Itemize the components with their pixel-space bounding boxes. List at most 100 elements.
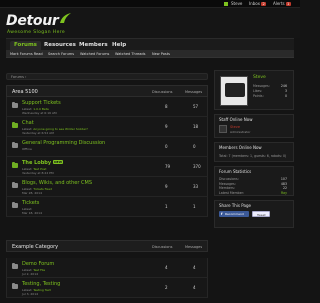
discussions-count: 1 xyxy=(165,204,168,209)
logo-text: Detour xyxy=(6,13,59,29)
profile-messages-label: Messages: xyxy=(253,84,270,88)
forum-date: Yesterday at 6:52 AM xyxy=(22,131,54,135)
messages-count: 370 xyxy=(193,164,201,169)
sidebar: Steve Messages: 246 Likes: 3 Points: 0 S… xyxy=(214,62,294,303)
staff-online-title: Staff Online Now xyxy=(219,117,253,122)
forum-title[interactable]: Chat xyxy=(22,120,34,126)
forum-stats-panel: Forum Statistics Discussions: 107 Messag… xyxy=(214,166,294,196)
messages-count: 18 xyxy=(193,124,199,129)
forum-date: Jul 3, 2014 xyxy=(22,292,39,296)
username-link[interactable]: Steve xyxy=(231,1,242,6)
breadcrumb-forums[interactable]: Forums › xyxy=(11,75,26,79)
members-online-title: Members Online Now xyxy=(219,145,262,150)
discussions-count: 0 xyxy=(165,144,168,149)
forum-stats-title: Forum Statistics xyxy=(219,169,252,174)
profile-likes-label: Likes: xyxy=(253,89,263,93)
forum-title[interactable]: General Programming Discussion xyxy=(22,140,105,146)
search-forums-link[interactable]: Search Forums xyxy=(48,52,74,56)
staff-name[interactable]: Steve xyxy=(230,125,240,129)
forum-title[interactable]: Tickets xyxy=(22,200,39,206)
share-panel: Share This Page f Recommend Tweet xyxy=(214,200,294,228)
forum-date: Wednesday at 6:16 AM xyxy=(22,111,57,115)
members-online-total: Total: 7 (members: 1, guests: 6, robots:… xyxy=(219,154,287,158)
forum-title-text: The Lobby xyxy=(22,160,52,166)
discussions-count: 79 xyxy=(165,164,171,169)
forum-date: Mar 18, 2014 xyxy=(22,211,42,215)
site-logo[interactable]: Detour xyxy=(6,13,59,29)
alerts-label: Alerts xyxy=(273,1,285,6)
discussions-count: 9 xyxy=(165,184,168,189)
inbox-label: Inbox xyxy=(249,1,260,6)
forum-title[interactable]: Demo Forum xyxy=(22,261,54,267)
visitor-panel: Steve Messages: 246 Likes: 3 Points: 0 xyxy=(214,70,294,110)
col-messages: Messages xyxy=(185,90,203,94)
profile-likes-value: 3 xyxy=(284,89,287,93)
category-header: Example Category Discussions Messages xyxy=(6,240,208,252)
folder-icon xyxy=(12,282,18,289)
profile-username[interactable]: Steve xyxy=(253,75,266,80)
forum-row: Testing, Testing Latest: Testing Text Ju… xyxy=(6,278,208,298)
profile-points-value: 0 xyxy=(284,94,287,98)
share-title: Share This Page xyxy=(219,203,251,208)
stat-latest-member-label: Latest Member: xyxy=(219,190,244,195)
folder-icon xyxy=(12,262,18,269)
forum-list: Forums › Area 5100 Discussions Messages … xyxy=(6,62,208,303)
forum-row: General Programming Discussion Offline 0… xyxy=(6,137,208,157)
new-posts-link[interactable]: New Posts xyxy=(152,52,170,56)
watched-forums-link[interactable]: Watched Forums xyxy=(80,52,109,56)
messages-count: 1 xyxy=(193,204,196,209)
facebook-recommend-button[interactable]: f Recommend xyxy=(219,211,249,217)
forum-row: Demo Forum Latest: Test File Jul 2, 2014… xyxy=(6,258,208,278)
watched-threads-link[interactable]: Watched Threads xyxy=(115,52,145,56)
discussions-count: 4 xyxy=(165,265,168,270)
forum-title[interactable]: Blogs, Wikis, and other CMS xyxy=(22,180,92,186)
forum-title[interactable]: The Lobby NEW xyxy=(22,160,64,166)
forum-row: The Lobby NEW Latest: Test Post Yesterday… xyxy=(6,157,208,177)
avatar[interactable] xyxy=(220,76,248,106)
stat-members-label: Members: xyxy=(219,186,235,190)
forum-date: Jul 2, 2014 xyxy=(22,272,39,276)
inbox-link[interactable]: Inbox 2 xyxy=(249,1,267,6)
tweet-button[interactable]: Tweet xyxy=(252,211,270,217)
main-nav: Forums Resources Members Help xyxy=(6,38,294,51)
messages-count: 0 xyxy=(193,144,196,149)
category-title[interactable]: Example Category xyxy=(12,244,58,250)
stat-discussions-label: Discussions: xyxy=(219,177,239,181)
category-title[interactable]: Area 5100 xyxy=(12,89,38,95)
logo-swoosh-icon xyxy=(60,13,71,23)
profile-messages-value: 246 xyxy=(280,84,287,88)
stat-messages-value: 483 xyxy=(280,181,287,186)
alerts-link[interactable]: Alerts 1 xyxy=(273,1,291,6)
forum-row: Blogs, Wikis, and other CMS Latest: Tick… xyxy=(6,177,208,197)
forum-title[interactable]: Testing, Testing xyxy=(22,281,60,287)
folder-new-icon xyxy=(12,161,18,168)
col-discussions: Discussions xyxy=(152,90,173,94)
members-online-panel: Members Online Now Total: 7 (members: 1,… xyxy=(214,142,294,162)
user-avatar[interactable] xyxy=(224,1,228,6)
forum-title[interactable]: Support Tickets xyxy=(22,100,61,106)
forum-row: Chat Latest: Anyone going to see Winter … xyxy=(6,117,208,137)
messages-count: 4 xyxy=(193,285,196,290)
discussions-count: 2 xyxy=(165,285,168,290)
new-tag-badge: NEW xyxy=(53,160,64,164)
folder-new-icon xyxy=(12,121,18,128)
mark-forums-read-link[interactable]: Mark Forums Read xyxy=(10,52,43,56)
recommend-label: Recommend xyxy=(225,212,244,216)
stat-discussions-value: 107 xyxy=(280,177,287,181)
profile-points-label: Points: xyxy=(253,94,264,98)
discussions-count: 9 xyxy=(165,124,168,129)
alerts-count-badge: 1 xyxy=(285,2,291,6)
facebook-icon: f xyxy=(221,211,223,216)
messages-count: 4 xyxy=(193,265,196,270)
tweet-label: Tweet xyxy=(257,212,266,217)
staff-avatar[interactable] xyxy=(219,125,227,133)
sub-nav: Mark Forums Read Search Forums Watched F… xyxy=(6,50,294,58)
folder-icon xyxy=(12,181,18,188)
folder-icon xyxy=(12,141,18,148)
forum-date: Mar 28, 2014 xyxy=(22,191,42,195)
stat-latest-member-value[interactable]: Ray xyxy=(281,191,287,195)
messages-count: 57 xyxy=(193,104,199,109)
category-header: Area 5100 Discussions Messages xyxy=(6,85,208,97)
messages-count: 33 xyxy=(193,184,199,189)
site-header: Detour Awesome Slogan Here xyxy=(0,8,300,38)
